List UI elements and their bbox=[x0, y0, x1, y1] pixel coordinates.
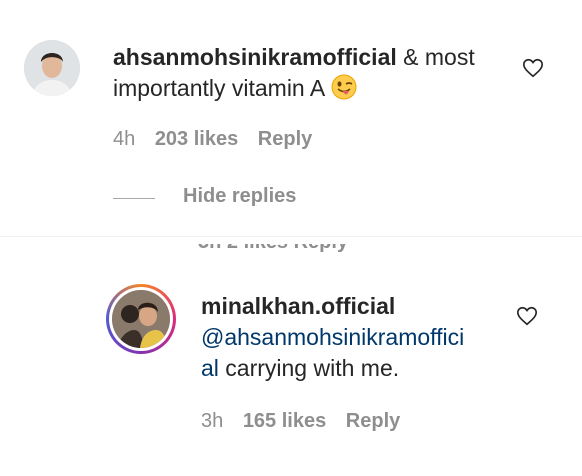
reply-button[interactable]: Reply bbox=[346, 410, 400, 432]
reply-likes[interactable]: 165 likes bbox=[243, 410, 326, 432]
comment-meta: 4h 203 likes Reply bbox=[113, 128, 312, 151]
hide-replies-button[interactable]: Hide replies bbox=[183, 185, 296, 208]
divider bbox=[0, 236, 582, 237]
clipped-meta-row: 3h 2 likes Reply bbox=[198, 244, 348, 266]
comment-body: ahsanmohsinikramofficial & most importan… bbox=[113, 42, 513, 108]
reply-button[interactable]: Reply bbox=[258, 128, 312, 150]
mention-link[interactable]: @ahsanmohsinikramoffici bbox=[201, 324, 464, 350]
like-heart-icon[interactable] bbox=[522, 57, 544, 79]
avatar-ahsanmohsinikram[interactable] bbox=[24, 40, 80, 96]
comment-likes[interactable]: 203 likes bbox=[155, 128, 238, 150]
winking-face-with-tongue-emoji bbox=[331, 74, 357, 108]
reply-text: carrying with me. bbox=[218, 355, 400, 381]
comment-time[interactable]: 4h bbox=[113, 128, 135, 150]
profile-photo bbox=[112, 290, 170, 348]
thread-line bbox=[113, 198, 155, 199]
reply-username[interactable]: minalkhan.official bbox=[201, 291, 501, 322]
reply-body: minalkhan.official @ahsanmohsinikramoffi… bbox=[201, 291, 501, 384]
like-heart-icon[interactable] bbox=[516, 305, 538, 327]
reply-meta: 3h 165 likes Reply bbox=[201, 410, 400, 433]
reply-time[interactable]: 3h bbox=[201, 410, 223, 432]
mention-link-continued[interactable]: al bbox=[201, 355, 219, 381]
avatar-minalkhan[interactable] bbox=[106, 284, 176, 354]
comment-username[interactable]: ahsanmohsinikramofficial bbox=[113, 44, 397, 70]
profile-photo bbox=[24, 40, 80, 96]
